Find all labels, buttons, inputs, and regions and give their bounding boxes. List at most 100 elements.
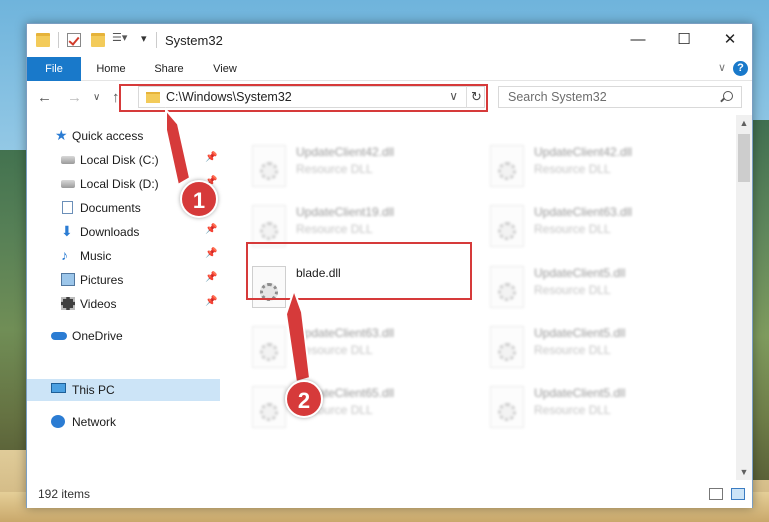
videos-icon	[61, 297, 75, 310]
gear-icon	[498, 222, 516, 240]
gear-icon	[260, 222, 278, 240]
sidebar-item-label: This PC	[72, 383, 115, 397]
search-icon	[723, 91, 733, 101]
file-name: UpdateClient42.dll	[534, 145, 633, 159]
sidebar-item-videos[interactable]: Videos 📌	[27, 293, 220, 315]
disk-icon	[61, 180, 75, 188]
dll-file-icon	[490, 266, 524, 308]
pc-icon	[51, 383, 66, 393]
sidebar-item-quick-access[interactable]: ★ Quick access	[27, 125, 220, 147]
forward-arrow-icon[interactable]: →	[67, 89, 82, 106]
gear-icon	[498, 403, 516, 421]
close-button[interactable]: ✕	[707, 24, 753, 56]
dll-file-icon	[490, 145, 524, 187]
file-item[interactable]: UpdateClient63.dll Resource DLL	[486, 205, 716, 253]
back-arrow-icon[interactable]: ←	[37, 89, 52, 106]
recent-locations-icon[interactable]: ∨	[93, 92, 100, 103]
file-type: Resource DLL	[534, 403, 611, 417]
file-type: Resource DLL	[296, 162, 373, 176]
file-name: UpdateClient19.dll	[296, 205, 395, 219]
title-bar: ☰▾ ▾ System32 — ☐ ✕	[27, 24, 752, 57]
pin-icon: 📌	[205, 296, 218, 307]
details-view-icon[interactable]	[709, 488, 723, 500]
sidebar-item-local-disk-c[interactable]: Local Disk (C:) 📌	[27, 149, 220, 171]
window-title: System32	[165, 33, 223, 48]
file-name: UpdateClient63.dll	[534, 205, 633, 219]
properties-icon[interactable]	[67, 33, 81, 47]
file-item[interactable]: UpdateClient42.dll Resource DLL	[248, 145, 478, 193]
file-type: Resource DLL	[296, 343, 373, 357]
customize-toolbar-icon[interactable]: ☰▾	[112, 31, 127, 45]
file-item[interactable]: UpdateClient5.dll Resource DLL	[486, 386, 716, 434]
tab-home[interactable]: Home	[89, 57, 133, 81]
scroll-down-icon[interactable]: ▼	[736, 467, 752, 477]
scroll-up-icon[interactable]: ▲	[736, 118, 752, 128]
file-type: Resource DLL	[534, 222, 611, 236]
dll-file-icon	[490, 386, 524, 428]
sidebar-item-this-pc[interactable]: This PC	[27, 379, 220, 401]
help-icon[interactable]: ?	[733, 61, 748, 76]
music-icon: ♪	[61, 247, 68, 263]
status-bar: 192 items	[27, 480, 752, 508]
sidebar-item-network[interactable]: Network	[27, 411, 220, 433]
sidebar-item-label: Network	[72, 415, 117, 429]
sidebar-item-music[interactable]: ♪ Music 📌	[27, 245, 220, 267]
new-folder-icon[interactable]	[91, 33, 105, 47]
sidebar-item-label: Videos	[80, 297, 117, 311]
sidebar-item-label: Local Disk (C:)	[80, 153, 159, 167]
sidebar-item-downloads[interactable]: ⬇ Downloads 📌	[27, 221, 220, 243]
file-item[interactable]: UpdateClient5.dll Resource DLL	[486, 326, 716, 374]
pin-icon: 📌	[205, 248, 218, 259]
sidebar-item-label: Documents	[80, 201, 141, 215]
search-box[interactable]: Search System32	[498, 86, 742, 108]
expand-ribbon-icon[interactable]: ∨	[718, 61, 726, 74]
tab-file[interactable]: File	[27, 57, 81, 81]
dll-file-icon	[490, 326, 524, 368]
file-item[interactable]: UpdateClient5.dll Resource DLL	[486, 266, 716, 314]
file-name: UpdateClient5.dll	[534, 266, 626, 280]
sidebar-item-pictures[interactable]: Pictures 📌	[27, 269, 220, 291]
callout-1-badge: 1	[180, 180, 218, 218]
explorer-window: ☰▾ ▾ System32 — ☐ ✕ File Home Share View…	[26, 23, 753, 508]
pin-icon: 📌	[205, 224, 218, 235]
star-icon: ★	[55, 127, 68, 143]
sidebar-item-label: Local Disk (D:)	[80, 177, 159, 191]
tab-view[interactable]: View	[203, 57, 247, 81]
file-item[interactable]: UpdateClient63.dll Resource DLL	[248, 326, 478, 374]
dll-file-icon	[252, 326, 286, 368]
network-icon	[51, 415, 65, 428]
sidebar-item-label: Quick access	[72, 129, 144, 143]
navigation-pane: ★ Quick access Local Disk (C:) 📌 Local D…	[27, 115, 220, 480]
gear-icon	[498, 283, 516, 301]
divider	[58, 32, 59, 48]
dll-file-icon	[490, 205, 524, 247]
dll-file-icon	[252, 205, 286, 247]
maximize-button[interactable]: ☐	[661, 24, 707, 56]
tab-share[interactable]: Share	[147, 57, 191, 81]
ribbon: File Home Share View ∨ ?	[27, 57, 752, 81]
file-type: Resource DLL	[534, 343, 611, 357]
gear-icon	[260, 343, 278, 361]
gear-icon	[260, 403, 278, 421]
pictures-icon	[61, 273, 75, 286]
tiles-view-icon[interactable]	[731, 488, 745, 500]
file-name: UpdateClient5.dll	[534, 326, 626, 340]
minimize-button[interactable]: —	[615, 24, 661, 56]
search-input[interactable]: Search System32	[508, 90, 607, 104]
callout-2-badge: 2	[285, 380, 323, 418]
pin-icon: 📌	[205, 152, 218, 163]
chevron-down-icon[interactable]: ▾	[141, 32, 155, 46]
gear-icon	[260, 162, 278, 180]
file-item[interactable]: UpdateClient65.dll Resource DLL	[248, 386, 478, 434]
file-item[interactable]: UpdateClient42.dll Resource DLL	[486, 145, 716, 193]
scroll-thumb[interactable]	[738, 134, 750, 182]
download-icon: ⬇	[61, 223, 73, 239]
file-name: UpdateClient63.dll	[296, 326, 395, 340]
folder-icon	[36, 33, 50, 47]
address-highlight-box	[119, 84, 488, 112]
sidebar-item-onedrive[interactable]: OneDrive	[27, 325, 220, 347]
file-name: UpdateClient5.dll	[534, 386, 626, 400]
divider	[156, 32, 157, 48]
file-type: Resource DLL	[534, 162, 611, 176]
vertical-scrollbar[interactable]: ▲ ▼	[736, 115, 752, 480]
